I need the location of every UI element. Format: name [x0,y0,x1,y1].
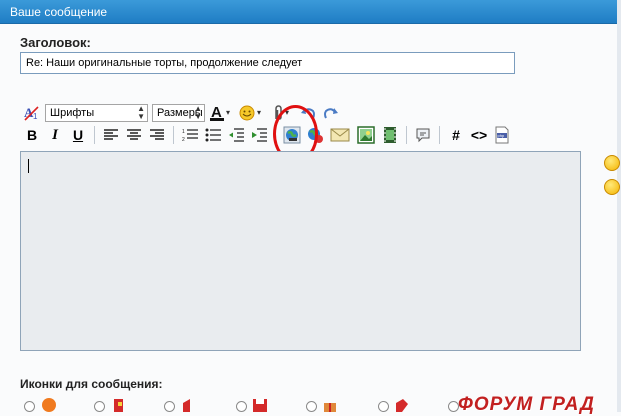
icon-radio[interactable] [164,401,175,412]
svg-text:1: 1 [33,112,38,121]
toolbar-divider [173,126,174,144]
align-left-icon[interactable] [101,125,121,145]
font-select[interactable]: Шрифты ▲ ▼ [45,104,148,122]
indent-icon[interactable] [249,125,269,145]
insert-image-icon[interactable] [355,125,377,145]
svg-text:2: 2 [182,137,185,142]
subject-input[interactable]: Re: Наши оригинальные торты, продолжение… [20,52,515,74]
code-icon[interactable]: <> [469,125,489,145]
flag-icon [110,397,128,412]
numbered-list-icon[interactable]: 12 [180,125,200,145]
outdent-icon[interactable] [226,125,246,145]
icon-radio[interactable] [24,401,35,412]
select-arrows-icon: ▲ ▼ [137,104,145,121]
toolbar-divider [439,126,440,144]
icon-radio[interactable] [306,401,317,412]
speech-icon [40,397,58,412]
bell-icon [180,397,198,412]
svg-text:1: 1 [182,129,185,135]
toolbar-divider [406,126,407,144]
underline-button[interactable]: U [68,125,88,145]
message-editor[interactable] [20,151,581,351]
clear-format-icon[interactable]: A1 [22,103,42,123]
dialog-titlebar: Ваше сообщение [0,0,617,24]
forum-watermark: ФОРУМ ГРАД [458,394,595,415]
email-icon[interactable] [328,125,352,145]
text-caret [28,159,29,173]
italic-button[interactable]: I [45,125,65,145]
scroll-edge [617,0,621,412]
tongue-smile-icon[interactable] [604,179,620,195]
font-color-icon[interactable]: A ▾ [209,103,235,123]
message-icons-label: Иконки для сообщения: [20,377,163,391]
redo-icon[interactable] [321,103,341,123]
svg-text:php: php [498,133,505,138]
icon-radio[interactable] [378,401,389,412]
dialog-title: Ваше сообщение [10,5,108,19]
icon-radio[interactable] [236,401,247,412]
insert-video-icon[interactable] [380,125,400,145]
bullet-list-icon[interactable] [203,125,223,145]
svg-text:▾: ▾ [257,108,261,117]
select-arrows-icon: ▲ ▼ [194,104,202,121]
smile-icon[interactable] [604,155,620,171]
gift-icon [322,397,340,412]
save-icon [252,397,270,412]
php-icon[interactable]: php [492,125,512,145]
icon-radio[interactable] [94,401,105,412]
svg-text:▾: ▾ [226,108,230,117]
smiley-menu-icon[interactable]: ▾ [238,103,266,123]
font-select-value: Шрифты [50,107,95,119]
align-right-icon[interactable] [147,125,167,145]
subject-label: Заголовок: [20,35,91,50]
align-center-icon[interactable] [124,125,144,145]
tag-icon [394,397,412,412]
quote-icon[interactable] [413,125,433,145]
size-select[interactable]: Размеры ▲ ▼ [152,104,205,122]
bold-button[interactable]: B [22,125,42,145]
hash-icon[interactable]: # [446,125,466,145]
toolbar-divider [94,126,95,144]
